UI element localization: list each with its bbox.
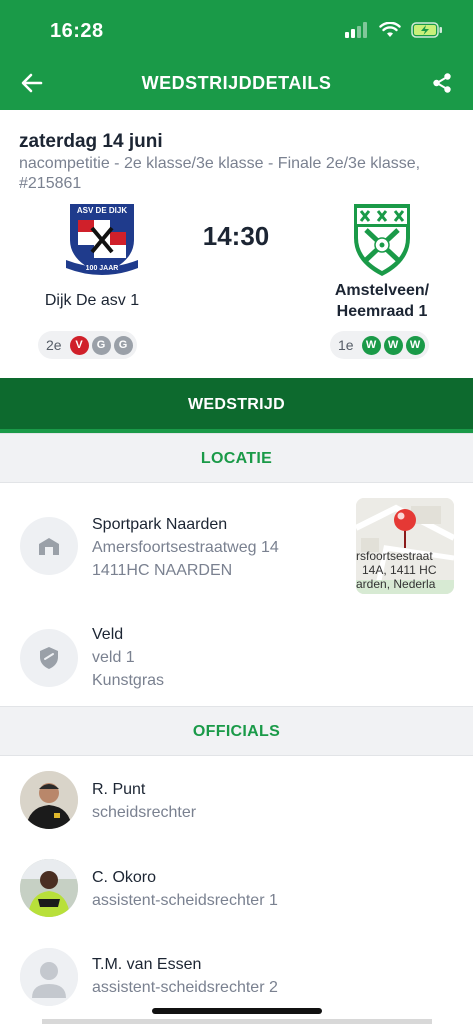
venue-text: Sportpark Naarden Amersfoortsestraatweg … xyxy=(92,513,279,582)
share-icon xyxy=(431,72,453,99)
form-result-badge: W xyxy=(405,335,425,355)
user-placeholder-icon xyxy=(20,948,78,1006)
home-team-form: 2e V G G xyxy=(38,331,137,359)
form-result-badge: W xyxy=(383,335,403,355)
map-label: 14A, 1411 HC xyxy=(362,563,437,577)
form-result-badge: G xyxy=(113,335,133,355)
status-icons xyxy=(345,21,443,43)
map-label: rsfoortsestraat xyxy=(356,549,433,563)
home-team-rank: 2e xyxy=(46,337,62,353)
venue-street: Amersfoortsestraatweg 14 xyxy=(92,539,279,556)
official-role: assistent-scheidsrechter 2 xyxy=(92,979,278,996)
wifi-icon xyxy=(379,21,401,43)
signal-icon xyxy=(345,22,369,43)
avatar xyxy=(20,771,78,829)
official-text: T.M. van Essen assistent-scheidsrechter … xyxy=(92,953,278,999)
official-name: C. Okoro xyxy=(92,869,157,886)
field-title: Veld xyxy=(92,626,124,643)
shield-icon xyxy=(20,629,78,687)
official-role: assistent-scheidsrechter 1 xyxy=(92,892,278,909)
official-name: T.M. van Essen xyxy=(92,956,202,973)
official-role: scheidsrechter xyxy=(92,804,197,821)
status-bar: 16:28 xyxy=(0,0,473,60)
venue-city: 1411HC NAARDEN xyxy=(92,562,233,579)
location-section-header: LOCATIE xyxy=(0,433,473,483)
field-text: Veld veld 1 Kunstgras xyxy=(92,623,164,692)
building-icon xyxy=(20,517,78,575)
match-date: zaterdag 14 juni xyxy=(19,131,163,152)
field-name: veld 1 xyxy=(92,649,135,666)
home-logo-top-text: ASV DE DIJK xyxy=(77,206,127,215)
officials-section-header: OFFICIALS xyxy=(0,706,473,756)
away-team-rank: 1e xyxy=(338,337,354,353)
official-row[interactable]: C. Okoro assistent-scheidsrechter 1 xyxy=(0,858,473,928)
official-row[interactable]: R. Punt scheidsrechter xyxy=(0,770,473,840)
field-row: Veld veld 1 Kunstgras xyxy=(0,612,473,707)
official-text: R. Punt scheidsrechter xyxy=(92,778,196,824)
bottom-bar xyxy=(42,1019,432,1024)
share-button[interactable] xyxy=(427,70,457,100)
form-result-badge: G xyxy=(91,335,111,355)
field-surface: Kunstgras xyxy=(92,672,165,689)
home-logo-bottom-text: 100 JAAR xyxy=(86,265,119,272)
page-title: WEDSTRIJDDETAILS xyxy=(141,73,332,93)
venue-name: Sportpark Naarden xyxy=(92,516,228,533)
match-competition: nacompetitie - 2e klasse/3e klasse - Fin… xyxy=(19,155,421,192)
official-text: C. Okoro assistent-scheidsrechter 1 xyxy=(92,866,278,912)
battery-charging-icon xyxy=(411,22,443,43)
official-row[interactable]: T.M. van Essen assistent-scheidsrechter … xyxy=(0,947,473,1017)
app-bar: WEDSTRIJDDETAILS xyxy=(0,60,473,110)
avatar xyxy=(20,859,78,917)
tab-wedstrijd[interactable]: WEDSTRIJD xyxy=(0,378,473,433)
official-name: R. Punt xyxy=(92,781,146,798)
kickoff-time: 14:30 xyxy=(202,221,270,251)
home-team-name[interactable]: Dijk De asv 1 xyxy=(12,290,172,311)
section-title: LOCATIE xyxy=(200,450,273,467)
away-team-logo[interactable] xyxy=(342,200,422,280)
form-result-badge: W xyxy=(361,335,381,355)
status-time: 16:28 xyxy=(50,20,104,42)
away-team-name[interactable]: Amstelveen/ Heemraad 1 xyxy=(302,280,462,322)
away-team-form: 1e W W W xyxy=(330,331,429,359)
tab-label: WEDSTRIJD xyxy=(188,396,285,413)
map-label: arden, Nederla xyxy=(356,577,436,591)
form-result-badge: V xyxy=(69,335,89,355)
map-thumbnail[interactable]: rsfoortsestraat 14A, 1411 HC arden, Nede… xyxy=(356,498,454,594)
home-team-logo[interactable]: ASV DE DIJK 100 JAAR xyxy=(62,200,142,280)
home-indicator[interactable] xyxy=(152,1008,322,1014)
section-title: OFFICIALS xyxy=(192,723,281,740)
